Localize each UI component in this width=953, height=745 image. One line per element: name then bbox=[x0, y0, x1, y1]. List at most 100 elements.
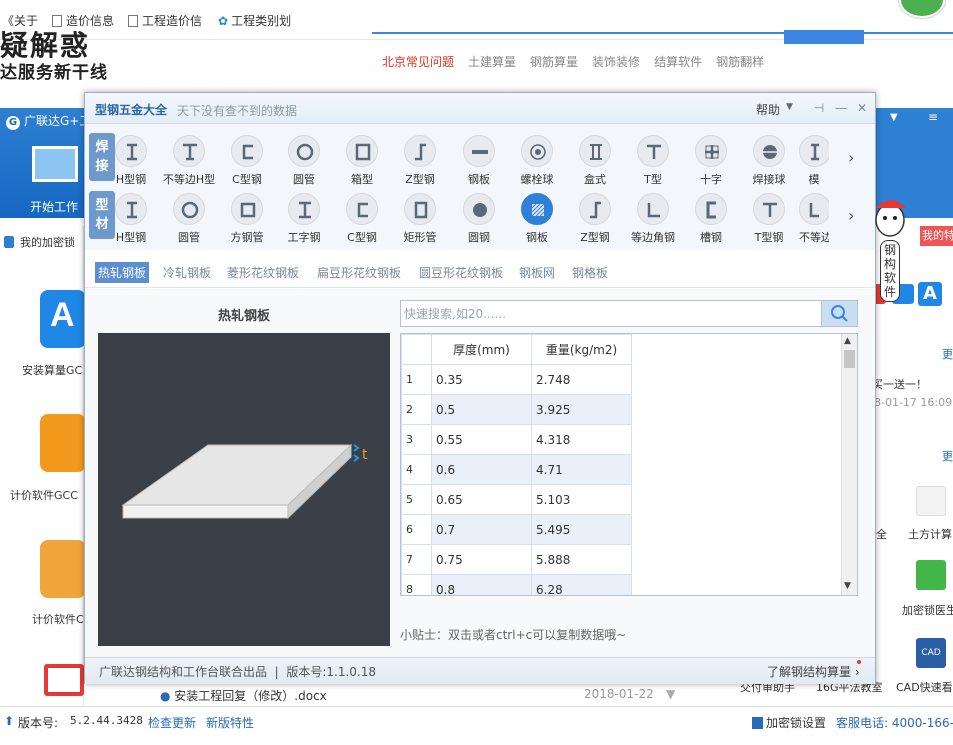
a-app-icon[interactable]: A bbox=[918, 282, 942, 306]
tab-steel-grating[interactable]: 钢格板 bbox=[572, 264, 608, 281]
weight-cell[interactable]: 2.748 bbox=[531, 364, 632, 395]
cad-icon[interactable]: CAD bbox=[916, 638, 946, 668]
thickness-cell[interactable]: 0.55 bbox=[431, 424, 532, 455]
thickness-cell[interactable]: 0.35 bbox=[431, 364, 532, 395]
thickness-header[interactable]: 厚度(mm) bbox=[431, 334, 532, 365]
shape-item[interactable]: 方钢管 bbox=[219, 193, 275, 247]
vertical-scrollbar[interactable]: ▲ ▼ bbox=[841, 334, 857, 595]
weight-cell[interactable]: 6.28 bbox=[531, 574, 632, 595]
install-calc-app-icon[interactable]: A bbox=[40, 290, 86, 348]
tab-hot-rolled-plate[interactable]: 热轧钢板 bbox=[95, 262, 150, 283]
shape-item[interactable]: 等边角钢 bbox=[625, 193, 681, 247]
shape-item[interactable]: 圆钢 bbox=[451, 193, 507, 247]
table-row[interactable]: 6 0.7 5.495 bbox=[401, 514, 632, 545]
thickness-cell[interactable]: 0.8 bbox=[431, 574, 532, 595]
new-features-link[interactable]: 新版特性 bbox=[206, 714, 254, 731]
thickness-cell[interactable]: 0.65 bbox=[431, 484, 532, 515]
dropdown-triangle-icon[interactable]: ▼ bbox=[890, 112, 898, 123]
close-icon[interactable]: ✕ bbox=[855, 101, 869, 115]
my-special-tab[interactable]: 我的特 bbox=[920, 226, 953, 246]
scroll-up-icon[interactable]: ▲ bbox=[844, 336, 851, 346]
scroll-down-icon[interactable]: ▼ bbox=[844, 581, 851, 591]
search-button[interactable] bbox=[821, 301, 857, 326]
shape-item[interactable]: T型 bbox=[625, 135, 681, 189]
start-work-tab[interactable]: 开始工作 bbox=[30, 198, 78, 215]
shape-item[interactable]: 不等边H型 bbox=[161, 135, 217, 189]
shape-item[interactable]: T型钢 bbox=[741, 193, 797, 247]
weight-header[interactable]: 重量(kg/m2) bbox=[531, 334, 632, 365]
tab-cold-rolled-plate[interactable]: 冷轧钢板 bbox=[163, 264, 211, 281]
shape-item[interactable]: 箱型 bbox=[334, 135, 390, 189]
shape-item[interactable]: 十字 bbox=[683, 135, 739, 189]
row-next-arrow-icon[interactable]: › bbox=[848, 148, 854, 167]
table-row[interactable]: 5 0.65 5.103 bbox=[401, 484, 632, 515]
search-input[interactable] bbox=[401, 301, 821, 326]
shape-item[interactable]: 螺栓球 bbox=[509, 135, 565, 189]
shape-item[interactable]: C型钢 bbox=[219, 135, 275, 189]
site-link[interactable]: 北京常见问题 bbox=[382, 55, 454, 69]
tab-diamond-pattern-plate[interactable]: 菱形花纹钢板 bbox=[227, 264, 299, 281]
more-link-2[interactable]: 更 bbox=[942, 448, 953, 464]
site-link[interactable]: 钢筋翻样 bbox=[716, 55, 764, 69]
earthwork-icon[interactable] bbox=[916, 486, 946, 516]
my-lock-link[interactable]: 我的加密锁 bbox=[4, 234, 75, 250]
dropdown-icon[interactable]: ▼ bbox=[666, 687, 675, 701]
chevron-down-icon[interactable]: ▼ bbox=[786, 102, 793, 112]
shape-item[interactable]: 矩形管 bbox=[392, 193, 448, 247]
scroll-thumb[interactable] bbox=[844, 350, 855, 368]
shape-item[interactable]: C型钢 bbox=[334, 193, 390, 247]
thickness-cell[interactable]: 0.75 bbox=[431, 544, 532, 575]
table-row[interactable]: 2 0.5 3.925 bbox=[401, 394, 632, 425]
weight-cell[interactable]: 5.888 bbox=[531, 544, 632, 575]
shape-item[interactable]: Z型钢 bbox=[567, 193, 623, 247]
lock-doctor-icon[interactable] bbox=[916, 560, 946, 590]
tab-lentil-pattern-plate[interactable]: 扁豆形花纹钢板 bbox=[317, 264, 401, 281]
thickness-cell[interactable]: 0.5 bbox=[431, 394, 532, 425]
shape-item[interactable]: 槽钢 bbox=[683, 193, 739, 247]
learn-more-link[interactable]: 了解钢结构算量 › bbox=[767, 663, 860, 680]
shape-item[interactable]: 工字钢 bbox=[276, 193, 332, 247]
shape-item[interactable]: 焊接球 bbox=[741, 135, 797, 189]
table-row[interactable]: 7 0.75 5.888 bbox=[401, 544, 632, 575]
thickness-cell[interactable]: 0.7 bbox=[431, 514, 532, 545]
pin-icon[interactable]: ⊣ bbox=[812, 101, 826, 115]
shape-item[interactable]: H型钢 bbox=[103, 193, 159, 247]
bookmark-engineering-category[interactable]: ✿ 工程类别划 bbox=[218, 12, 291, 29]
monitor-icon[interactable] bbox=[32, 146, 78, 182]
site-link[interactable]: 土建算量 bbox=[468, 55, 516, 69]
table-row[interactable]: 8 0.8 6.28 bbox=[401, 574, 632, 595]
thickness-cell[interactable]: 0.6 bbox=[431, 454, 532, 485]
weight-cell[interactable]: 5.103 bbox=[531, 484, 632, 515]
tab-steel-mesh[interactable]: 钢板网 bbox=[519, 264, 555, 281]
shape-item[interactable]: 钢板 bbox=[451, 135, 507, 189]
weight-cell[interactable]: 4.318 bbox=[531, 424, 632, 455]
site-link[interactable]: 装饰装修 bbox=[592, 55, 640, 69]
menu-icon[interactable]: ≡ bbox=[928, 110, 938, 124]
shape-item[interactable]: Z型钢 bbox=[392, 135, 448, 189]
table-row[interactable]: 3 0.55 4.318 bbox=[401, 424, 632, 455]
site-link[interactable]: 钢筋算量 bbox=[530, 55, 578, 69]
document-row[interactable]: ● 安装工程回复（修改）.docx 2018-01-22 ▼ bbox=[160, 687, 675, 704]
shape-item[interactable]: 钢板 bbox=[509, 193, 565, 247]
shape-item[interactable]: 圆管 bbox=[161, 193, 217, 247]
pricing-app-icon[interactable] bbox=[40, 414, 86, 472]
shape-item[interactable]: 不等边 bbox=[799, 193, 829, 247]
shape-item[interactable]: 盒式 bbox=[567, 135, 623, 189]
minimize-icon[interactable]: — bbox=[834, 101, 848, 115]
table-row[interactable]: 1 0.35 2.748 bbox=[401, 364, 632, 395]
check-update-link[interactable]: 检查更新 bbox=[148, 714, 196, 731]
more-link[interactable]: 更 bbox=[942, 346, 953, 362]
pricing-app-icon-2[interactable] bbox=[40, 540, 86, 598]
row-next-arrow-icon[interactable]: › bbox=[848, 206, 854, 225]
weight-cell[interactable]: 3.925 bbox=[531, 394, 632, 425]
red-app-icon[interactable] bbox=[44, 664, 84, 696]
site-link[interactable]: 结算软件 bbox=[654, 55, 702, 69]
weight-cell[interactable]: 5.495 bbox=[531, 514, 632, 545]
shape-item[interactable]: H型钢 bbox=[103, 135, 159, 189]
weight-cell[interactable]: 4.71 bbox=[531, 454, 632, 485]
table-row[interactable]: 4 0.6 4.71 bbox=[401, 454, 632, 485]
shape-item[interactable]: 模 bbox=[799, 135, 829, 189]
tab-round-bean-pattern-plate[interactable]: 圆豆形花纹钢板 bbox=[419, 264, 503, 281]
site-search-button[interactable] bbox=[784, 30, 864, 44]
lock-setting-link[interactable]: 加密锁设置 bbox=[752, 714, 826, 731]
